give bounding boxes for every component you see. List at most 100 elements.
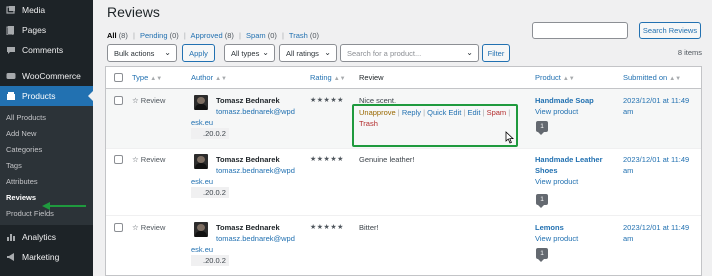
media-icon (6, 5, 16, 15)
filter-approved-count: (8) (224, 31, 234, 40)
column-product-header[interactable]: Product ▲▼ (535, 73, 575, 82)
submitted-on: 2023/12/01 at 11:49 am (623, 222, 689, 244)
products-icon (6, 91, 16, 101)
product-link[interactable]: Handmade Soap (535, 96, 594, 105)
submenu-attributes[interactable]: Attributes (0, 173, 93, 189)
status-filter-links: All (8) | Pending (0) | Approved (8) | S… (107, 31, 319, 40)
items-count: 8 items (677, 48, 702, 57)
review-text: Genuine leather! (359, 155, 415, 164)
submenu-tags[interactable]: Tags (0, 157, 93, 173)
filter-separator: | (281, 31, 284, 40)
row-checkbox[interactable] (114, 96, 123, 105)
review-type: ☆ Review (132, 155, 166, 164)
author-extra: esk.eu .20.0.2 (191, 117, 229, 139)
type-filter-value: All types (231, 48, 260, 58)
filter-separator: | (132, 31, 135, 40)
submenu-categories[interactable]: Categories (0, 141, 93, 157)
column-label: Rating (310, 73, 332, 82)
rating-filter-select[interactable]: All ratings ⌄ (279, 44, 337, 62)
mouse-pointer-icon (505, 131, 514, 144)
search-reviews-button[interactable]: Search Reviews (639, 22, 701, 39)
author-email[interactable]: tomasz.bednarek@wpd (216, 166, 295, 175)
submenu-add-new[interactable]: Add New (0, 125, 93, 141)
author-email[interactable]: tomasz.bednarek@wpd (216, 234, 295, 243)
avatar (194, 222, 208, 237)
filter-trash[interactable]: Trash (289, 31, 308, 40)
author-cell: Tomasz Bednarek tomasz.bednarek@wpd (216, 95, 311, 117)
row-checkbox[interactable] (114, 155, 123, 164)
column-review-header: Review (359, 73, 384, 82)
submitted-time-link[interactable]: am (623, 166, 633, 175)
author-cell: Tomasz Bednarek tomasz.bednarek@wpd (216, 222, 311, 244)
avatar (194, 95, 208, 110)
submitted-date-link[interactable]: 2023/12/01 at 11:49 (623, 96, 689, 105)
column-type-header[interactable]: Type ▲▼ (132, 73, 162, 82)
filter-pending[interactable]: Pending (140, 31, 168, 40)
menu-item-products[interactable]: Products (0, 86, 93, 106)
column-rating-header[interactable]: Rating ▲▼ (310, 73, 346, 82)
search-reviews-input[interactable] (532, 22, 628, 39)
menu-item-analytics[interactable]: Analytics (0, 227, 93, 247)
author-ip[interactable]: .20.0.2 (191, 128, 229, 139)
product-link[interactable]: Lemons (535, 223, 564, 232)
submitted-on: 2023/12/01 at 11:49 am (623, 154, 689, 176)
view-product-link[interactable]: View product (535, 107, 578, 116)
apply-button[interactable]: Apply (182, 44, 215, 62)
author-name: Tomasz Bednarek (216, 96, 280, 105)
green-annotation-arrow-icon (42, 202, 86, 210)
author-cell: Tomasz Bednarek tomasz.bednarek@wpd (216, 154, 311, 176)
filter-all[interactable]: All (107, 31, 117, 40)
menu-item-label: Marketing (22, 252, 60, 262)
view-product-link[interactable]: View product (535, 177, 578, 186)
row-checkbox[interactable] (114, 223, 123, 232)
column-label: Product (535, 73, 561, 82)
submitted-time-link[interactable]: am (623, 107, 633, 116)
menu-item-comments[interactable]: Comments (0, 40, 93, 60)
submenu-all-products[interactable]: All Products (0, 109, 93, 125)
menu-item-label: Pages (22, 25, 47, 35)
author-ip[interactable]: .20.0.2 (191, 255, 229, 266)
column-label: Submitted on (623, 73, 668, 82)
product-search-select[interactable]: Search for a product... ⌄ (340, 44, 479, 62)
filter-approved[interactable]: Approved (191, 31, 223, 40)
type-filter-select[interactable]: All types ⌄ (224, 44, 275, 62)
rating-stars: ★★★★★ (310, 224, 344, 231)
comment-count-badge[interactable]: 1 (536, 248, 548, 262)
table-header: Type ▲▼ Author ▲▼ Rating ▲▼ Review Product ▲… (106, 67, 701, 89)
author-email[interactable]: tomasz.bednarek@wpd (216, 107, 295, 116)
product-link[interactable]: Handmade Leather (535, 155, 603, 164)
author-email-continued[interactable]: esk.eu (191, 177, 213, 186)
author-ip[interactable]: .20.0.2 (191, 187, 229, 198)
menu-item-media[interactable]: Media (0, 0, 93, 20)
review-type: ☆ Review (132, 223, 166, 232)
select-all-checkbox[interactable] (114, 73, 123, 82)
menu-item-pages[interactable]: Pages (0, 20, 93, 40)
filter-button[interactable]: Filter (482, 44, 510, 62)
sort-icon: ▲▼ (562, 76, 575, 82)
comment-count-badge[interactable]: 1 (536, 121, 548, 135)
bulk-actions-select[interactable]: Bulk actions ⌄ (107, 44, 177, 62)
chevron-down-icon: ⌄ (262, 48, 269, 57)
reviews-table: Type ▲▼ Author ▲▼ Rating ▲▼ Review Product ▲… (105, 66, 702, 276)
filter-spam[interactable]: Spam (246, 31, 266, 40)
sort-icon: ▲▼ (215, 76, 227, 82)
submitted-time-link[interactable]: am (623, 234, 633, 243)
sort-icon: ▲▼ (150, 76, 163, 82)
review-text: Bitter! (359, 223, 379, 232)
page-title: Reviews (107, 4, 160, 20)
author-email-continued[interactable]: esk.eu (191, 118, 213, 127)
avatar (194, 154, 208, 169)
comment-count-badge[interactable]: 1 (536, 194, 548, 208)
column-submitted-header[interactable]: Submitted on ▲▼ (623, 73, 681, 82)
column-author-header[interactable]: Author ▲▼ (191, 73, 227, 82)
submitted-date-link[interactable]: 2023/12/01 at 11:49 (623, 223, 689, 232)
filter-all-count: (8) (118, 31, 128, 40)
menu-item-woocommerce[interactable]: WooCommerce (0, 66, 93, 86)
menu-item-marketing[interactable]: Marketing (0, 247, 93, 267)
product-link-continued[interactable]: Shoes (535, 166, 558, 175)
view-product-link[interactable]: View product (535, 234, 578, 243)
bulk-actions-value: Bulk actions (114, 48, 155, 58)
product-cell: Lemons View product (535, 222, 578, 244)
author-email-continued[interactable]: esk.eu (191, 245, 213, 254)
submitted-date-link[interactable]: 2023/12/01 at 11:49 (623, 155, 689, 164)
